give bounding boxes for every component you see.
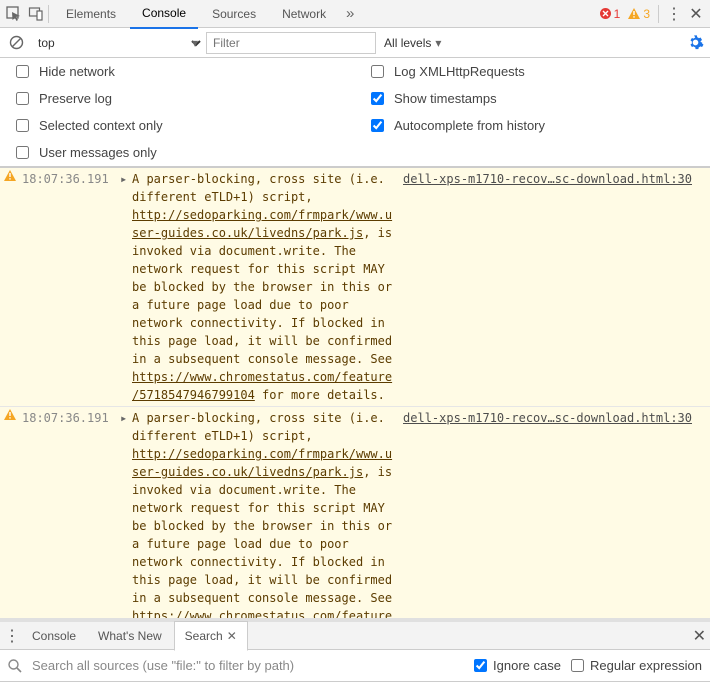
- log-message: A parser-blocking, cross site (i.e. diff…: [132, 170, 395, 404]
- checkbox-preserve-log[interactable]: Preserve log: [16, 91, 355, 106]
- search-all-sources-input[interactable]: [32, 658, 464, 673]
- console-settings-panel: Hide network Preserve log Selected conte…: [0, 58, 710, 167]
- warning-count: 3: [643, 7, 650, 21]
- divider: [48, 5, 52, 23]
- clear-console-icon[interactable]: [6, 33, 26, 53]
- warning-count-badge[interactable]: 3: [628, 7, 650, 21]
- expand-arrow-icon[interactable]: ▸: [120, 409, 132, 427]
- device-toggle-icon[interactable]: [26, 4, 46, 24]
- warning-icon: [4, 170, 22, 181]
- tab-elements[interactable]: Elements: [54, 0, 128, 28]
- checkbox-hide-network[interactable]: Hide network: [16, 64, 355, 79]
- close-tab-icon[interactable]: ✕: [227, 622, 237, 650]
- checkbox-ignore-case[interactable]: Ignore case: [474, 658, 561, 673]
- divider: [658, 5, 662, 23]
- levels-dropdown[interactable]: All levels ▾: [384, 36, 441, 50]
- timestamp: 18:07:36.191: [22, 409, 120, 427]
- chevron-down-icon: ▾: [435, 36, 441, 50]
- tab-console[interactable]: Console: [130, 0, 198, 29]
- close-devtools-icon[interactable]: ✕: [686, 4, 706, 24]
- expand-arrow-icon[interactable]: ▸: [120, 170, 132, 188]
- checkbox-regex[interactable]: Regular expression: [571, 658, 702, 673]
- console-log[interactable]: 18:07:36.191▸A parser-blocking, cross si…: [0, 167, 710, 618]
- drawer-tab-whatsnew[interactable]: What's New: [88, 622, 172, 650]
- drawer-tab-console[interactable]: Console: [22, 622, 86, 650]
- checkbox-selected-context[interactable]: Selected context only: [16, 118, 355, 133]
- console-settings-icon[interactable]: [687, 34, 704, 51]
- filter-input[interactable]: [206, 32, 376, 54]
- drawer-menu-icon[interactable]: ⋮: [4, 626, 20, 646]
- warning-icon: [4, 409, 22, 420]
- checkbox-show-timestamps[interactable]: Show timestamps: [371, 91, 710, 106]
- more-tabs-icon[interactable]: »: [340, 4, 360, 24]
- timestamp: 18:07:36.191: [22, 170, 120, 188]
- checkbox-log-xhr[interactable]: Log XMLHttpRequests: [371, 64, 710, 79]
- source-link[interactable]: dell-xps-m1710-recov…sc-download.html:30: [403, 409, 692, 427]
- error-count-badge[interactable]: 1: [600, 7, 621, 21]
- drawer-tab-search[interactable]: Search ✕: [174, 621, 248, 651]
- tab-sources[interactable]: Sources: [200, 0, 268, 28]
- error-count: 1: [614, 7, 621, 21]
- source-link[interactable]: dell-xps-m1710-recov…sc-download.html:30: [403, 170, 692, 188]
- console-warning-entry[interactable]: 18:07:36.191▸A parser-blocking, cross si…: [0, 407, 710, 618]
- checkbox-autocomplete[interactable]: Autocomplete from history: [371, 118, 710, 133]
- checkbox-user-messages[interactable]: User messages only: [16, 145, 355, 160]
- log-message: A parser-blocking, cross site (i.e. diff…: [132, 409, 395, 618]
- console-warning-entry[interactable]: 18:07:36.191▸A parser-blocking, cross si…: [0, 168, 710, 407]
- search-icon: [8, 659, 22, 673]
- close-drawer-icon[interactable]: ✕: [693, 626, 706, 646]
- context-selector[interactable]: top: [34, 35, 204, 51]
- tab-network[interactable]: Network: [270, 0, 338, 28]
- inspect-element-icon[interactable]: [4, 4, 24, 24]
- kebab-menu-icon[interactable]: ⋮: [664, 4, 684, 24]
